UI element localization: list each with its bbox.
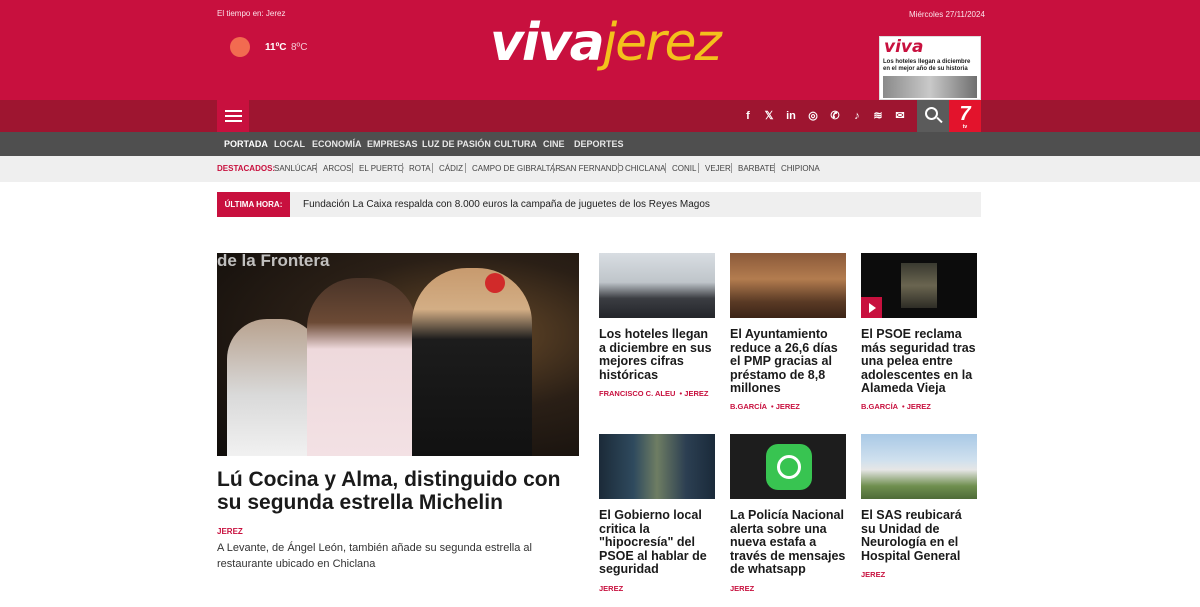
instagram-icon[interactable]: ◎	[802, 100, 824, 132]
featured-item-rota[interactable]: ROTA	[409, 156, 431, 182]
x-icon[interactable]: 𝕏	[758, 100, 780, 132]
featured-item-vejer[interactable]: VEJER	[705, 156, 731, 182]
seven-tv-logo[interactable]: 7 tv	[949, 100, 981, 132]
article-author[interactable]: B.GARCÍA	[861, 402, 898, 411]
image-background-text: de la Frontera	[217, 253, 330, 270]
seven-tv-caption: tv	[962, 124, 968, 130]
hamburger-line-icon	[225, 115, 242, 117]
featured-item-san-fernando[interactable]: SAN FERNANDO	[560, 156, 624, 182]
temperature-min: 8ºC	[291, 42, 308, 53]
sun-icon	[230, 37, 250, 57]
article-image[interactable]	[861, 434, 977, 499]
seven-tv-number: 7	[959, 103, 971, 125]
cover-headline: Los hoteles llegan a diciembre en el mej…	[883, 59, 971, 72]
nav-item-luz-de-pasion[interactable]: LUZ DE PASIÓN	[422, 132, 491, 156]
article-image[interactable]	[599, 253, 715, 318]
article-meta: B.GARCÍA • JEREZ	[861, 402, 931, 411]
article-title[interactable]: Los hoteles llegan a diciembre en sus me…	[599, 327, 717, 382]
article-video-thumbnail[interactable]	[861, 253, 977, 318]
featured-item-chipiona[interactable]: CHIPIONA	[781, 156, 820, 182]
hamburger-line-icon	[225, 110, 242, 112]
featured-item-arcos[interactable]: ARCOS	[323, 156, 351, 182]
photo-figure	[307, 278, 417, 456]
main-article-section[interactable]: JEREZ	[217, 527, 243, 536]
article-title[interactable]: El Gobierno local critica la "hipocresía…	[599, 508, 717, 577]
article-title[interactable]: El Ayuntamiento reduce a 26,6 días el PM…	[730, 327, 848, 396]
nav-item-deportes[interactable]: DEPORTES	[574, 132, 624, 156]
photo-figure	[412, 268, 532, 456]
article-title[interactable]: La Policía Nacional alerta sobre una nue…	[730, 508, 848, 577]
nav-item-economia[interactable]: ECONOMÍA	[312, 132, 362, 156]
separator	[731, 163, 732, 173]
temperature-max: 11ºC	[265, 42, 287, 53]
nav-item-cine[interactable]: CINE	[543, 132, 565, 156]
separator	[352, 163, 353, 173]
featured-item-cadiz[interactable]: CÁDIZ	[439, 156, 463, 182]
featured-item-el-puerto[interactable]: EL PUERTO	[359, 156, 404, 182]
whatsapp-logo-ring	[777, 455, 801, 479]
nav-item-portada[interactable]: PORTADA	[224, 132, 268, 156]
separator	[774, 163, 775, 173]
cover-photo	[883, 76, 977, 98]
rss-icon[interactable]: ≋	[867, 100, 889, 132]
article-author[interactable]: FRANCISCO C. ALEU	[599, 389, 675, 398]
print-edition-cover[interactable]: viva Los hoteles llegan a diciembre en e…	[879, 36, 981, 100]
linkedin-icon[interactable]: in	[780, 100, 802, 132]
breaking-news-link[interactable]: Fundación La Caixa respalda con 8.000 eu…	[303, 192, 710, 217]
separator	[665, 163, 666, 173]
separator	[316, 163, 317, 173]
main-article-summary: A Levante, de Ángel León, también añade …	[217, 542, 532, 570]
article-author[interactable]: B.GARCÍA	[730, 402, 767, 411]
email-icon[interactable]: ✉	[889, 100, 911, 132]
separator	[618, 163, 619, 173]
whatsapp-icon[interactable]: ✆	[824, 100, 846, 132]
article-section[interactable]: JEREZ	[861, 570, 885, 579]
article-image[interactable]	[730, 434, 846, 499]
search-button[interactable]	[917, 100, 949, 132]
tiktok-icon[interactable]: ♪	[846, 100, 868, 132]
main-article-image[interactable]: de la Frontera	[217, 253, 579, 456]
site-logo[interactable]: vivajerez	[490, 8, 722, 78]
article-section[interactable]: JEREZ	[907, 402, 931, 411]
separator	[698, 163, 699, 173]
toolbar	[0, 100, 1200, 132]
logo-part-jerez: jerez	[602, 13, 722, 73]
featured-label: DESTACADOS:	[217, 164, 276, 173]
featured-item-chiclana[interactable]: CHICLANA	[625, 156, 665, 182]
nav-item-local[interactable]: LOCAL	[274, 132, 305, 156]
separator	[402, 163, 403, 173]
video-frame	[901, 263, 937, 308]
article-image[interactable]	[730, 253, 846, 318]
logo-part-viva: viva	[490, 13, 605, 73]
breaking-news-label: ÚLTIMA HORA:	[217, 192, 290, 217]
main-article-title[interactable]: Lú Cocina y Alma, distinguido con su seg…	[217, 468, 579, 514]
article-section[interactable]: JEREZ	[684, 389, 708, 398]
article-section[interactable]: JEREZ	[599, 584, 623, 593]
current-date: Miércoles 27/11/2024	[909, 10, 985, 19]
nav-item-cultura[interactable]: CULTURA	[494, 132, 537, 156]
article-title[interactable]: El SAS reubicará su Unidad de Neurología…	[861, 508, 979, 563]
photo-detail	[485, 273, 505, 293]
search-icon-handle	[936, 116, 943, 124]
article-meta: B.GARCÍA • JEREZ	[730, 402, 800, 411]
article-section[interactable]: JEREZ	[776, 402, 800, 411]
play-icon[interactable]	[861, 297, 882, 318]
article-title[interactable]: El PSOE reclama más seguridad tras una p…	[861, 327, 979, 396]
featured-item-conil[interactable]: CONIL	[672, 156, 696, 182]
featured-item-sanlucar[interactable]: SANLÚCAR	[274, 156, 318, 182]
article-image[interactable]	[599, 434, 715, 499]
article-meta: FRANCISCO C. ALEU • JEREZ	[599, 389, 709, 398]
separator	[432, 163, 433, 173]
weather-label[interactable]: El tiempo en: Jerez	[217, 9, 285, 18]
featured-item-barbate[interactable]: BARBATE	[738, 156, 775, 182]
article-section[interactable]: JEREZ	[730, 584, 754, 593]
facebook-icon[interactable]: f	[737, 100, 759, 132]
nav-item-empresas[interactable]: EMPRESAS	[367, 132, 418, 156]
separator	[553, 163, 554, 173]
hamburger-line-icon	[225, 120, 242, 122]
separator	[465, 163, 466, 173]
featured-item-campo-de-gibraltar[interactable]: CAMPO DE GIBRALTAR	[472, 156, 561, 182]
menu-button[interactable]	[217, 100, 249, 132]
cover-masthead: viva	[880, 37, 980, 57]
